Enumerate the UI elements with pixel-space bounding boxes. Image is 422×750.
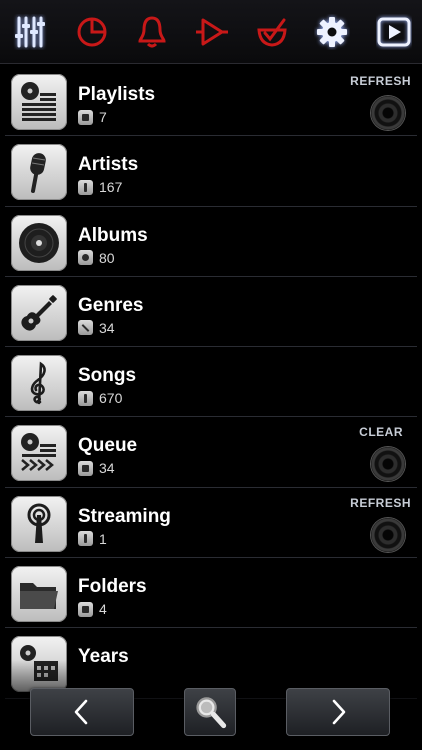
alarm-button[interactable] [130,10,174,54]
play-mode-button[interactable] [190,10,234,54]
list-item-streaming[interactable]: Streaming 1 REFRESH [5,488,417,559]
list-item-songs[interactable]: Songs 670 [5,347,417,418]
next-button[interactable] [286,688,390,736]
treble-clef-icon [11,355,67,412]
search-button[interactable] [184,688,236,736]
list-item-count: 1 [78,531,107,547]
check-bowl-icon [257,18,287,47]
guitar-icon [11,284,67,341]
artist-mini-icon [78,179,93,195]
settings-button[interactable] [310,10,354,54]
list-item-queue[interactable]: Queue 34 CLEAR [5,417,417,488]
library-list: Playlists 7 REFRESH Artists 167 Albums 8… [0,66,422,699]
top-toolbar [0,0,422,64]
list-item-title: Queue [78,435,138,457]
refresh-label: REFRESH [350,74,411,88]
streaming-mini-icon [78,531,93,547]
list-item-folders[interactable]: Folders 4 [5,558,417,629]
list-item-artists[interactable]: Artists 167 [5,136,417,207]
prev-button[interactable] [30,688,134,736]
play-outline-icon [196,18,228,46]
list-item-albums[interactable]: Albums 80 [5,207,417,277]
bottom-nav [0,688,422,740]
playlist-icon [11,74,67,130]
gear-icon [317,17,347,47]
disc-icon [11,214,67,271]
list-item-title: Years [78,646,129,668]
list-item-count: 80 [78,250,115,266]
list-item-count: 7 [78,109,107,125]
playlist-mini-icon [78,109,93,125]
genre-mini-icon [78,320,93,336]
list-item-playlists[interactable]: Playlists 7 REFRESH [5,66,417,137]
bell-icon [138,16,166,48]
list-item-title: Streaming [78,505,171,527]
stats-button[interactable] [70,10,114,54]
clear-label: CLEAR [359,425,403,440]
clear-button[interactable] [371,447,405,482]
search-icon [196,697,227,729]
equalizer-button[interactable] [8,10,52,54]
list-item-count: 4 [78,601,107,617]
microphone-icon [11,144,67,201]
refresh-label: REFRESH [350,495,411,510]
rating-button[interactable] [250,10,294,54]
chevron-right-icon [332,699,346,725]
calendar-icon [11,636,67,693]
queue-mini-icon [78,460,93,476]
refresh-button[interactable] [371,96,405,130]
now-playing-icon [377,17,411,47]
queue-icon [11,425,67,482]
list-item-title: Folders [78,576,147,598]
chevron-left-icon [74,699,88,725]
list-item-title: Artists [78,154,139,176]
list-item-title: Albums [78,224,148,246]
folder-icon [11,566,67,623]
pie-chart-icon [77,17,107,47]
list-item-count: 167 [78,179,122,195]
antenna-icon [11,495,67,552]
song-mini-icon [78,390,93,406]
refresh-button[interactable] [371,517,405,552]
list-item-title: Songs [78,365,137,387]
list-item-genres[interactable]: Genres 34 [5,277,417,348]
album-mini-icon [78,250,93,266]
list-item-title: Genres [78,294,144,316]
list-item-title: Playlists [78,84,156,105]
list-item-count: 34 [78,460,115,476]
equalizer-icon [15,16,45,48]
now-playing-button[interactable] [372,10,416,54]
folder-mini-icon [78,601,93,617]
list-item-count: 670 [78,390,122,406]
list-item-count: 34 [78,320,115,336]
